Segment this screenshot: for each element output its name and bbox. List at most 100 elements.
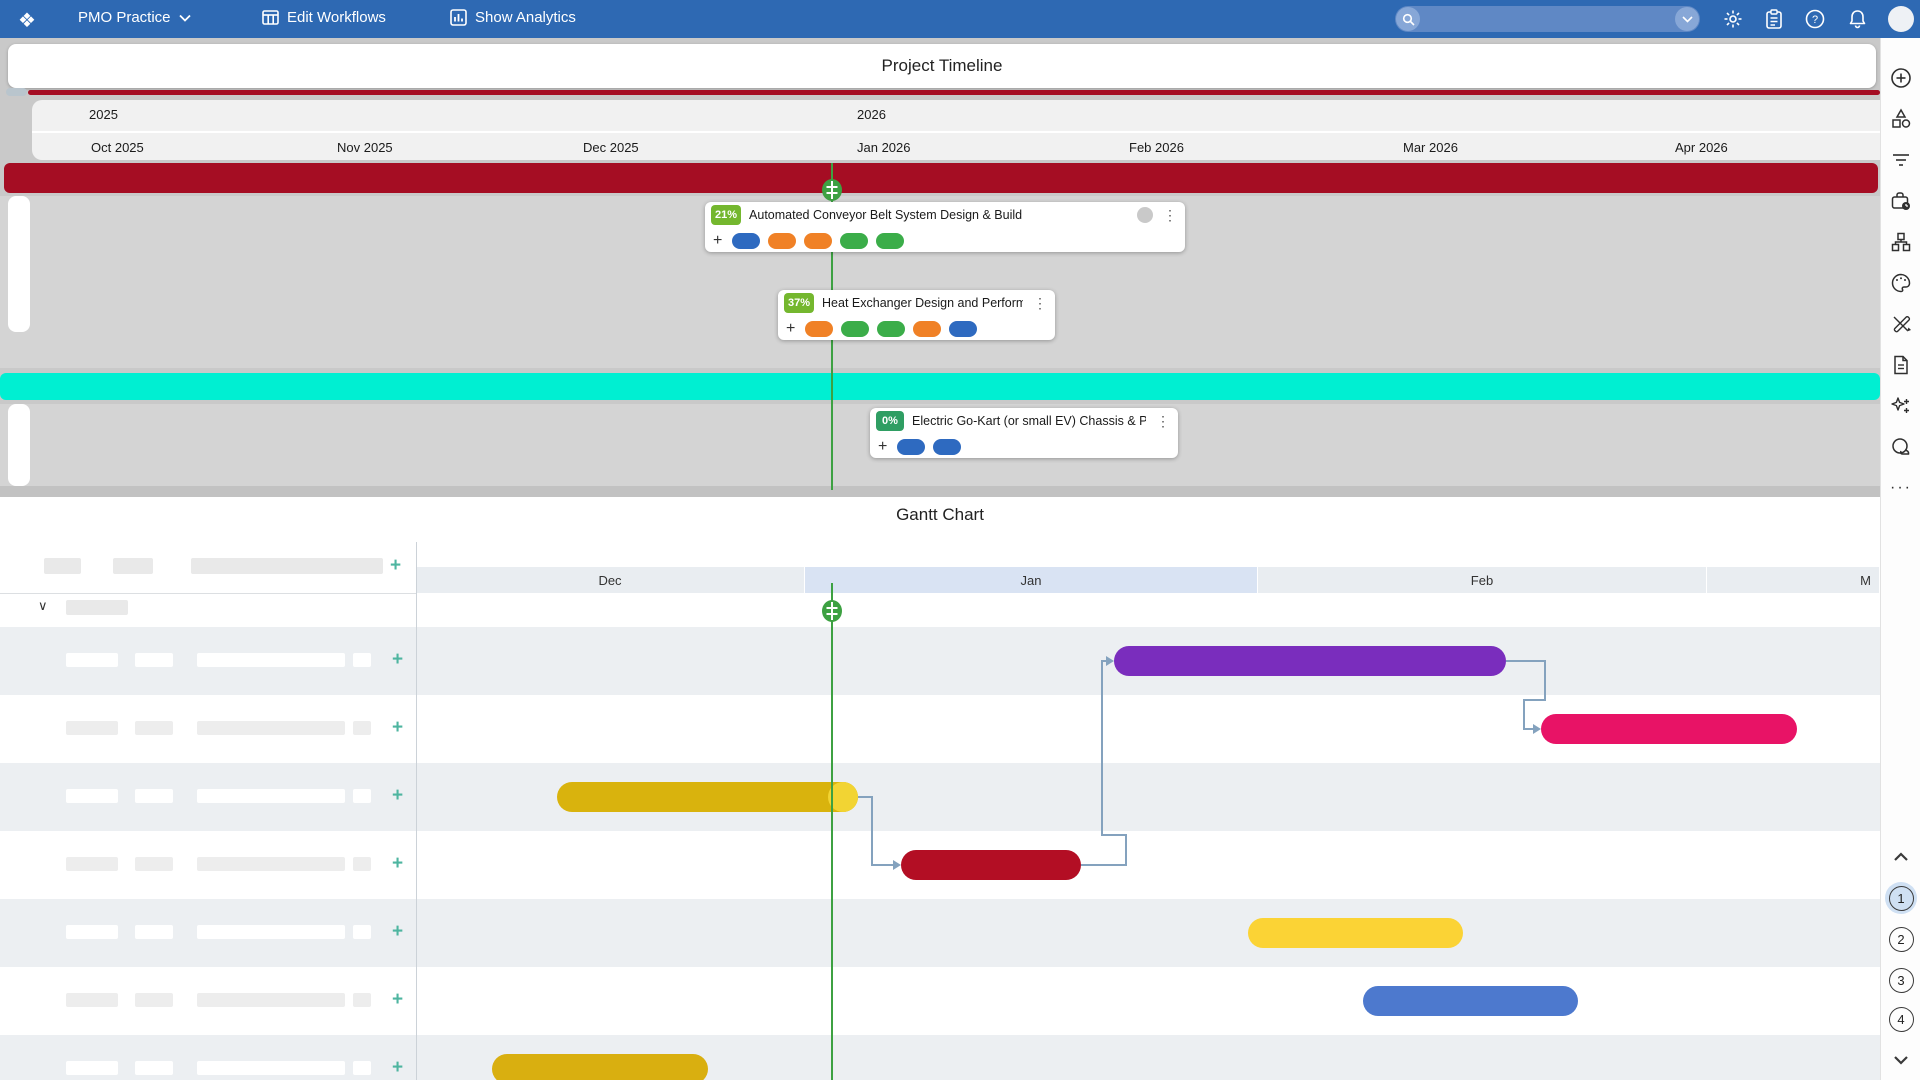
- clipboard-icon: [1765, 9, 1783, 29]
- task-title: Automated Conveyor Belt System Design & …: [749, 208, 1129, 222]
- show-analytics-button[interactable]: Show Analytics: [450, 9, 576, 26]
- assignee-chip-green[interactable]: [876, 233, 904, 249]
- more-options-button[interactable]: ···: [1889, 476, 1913, 500]
- assignee-chip-blue[interactable]: [897, 439, 925, 455]
- page-button-3[interactable]: 3: [1885, 964, 1917, 996]
- assignee-chip-blue[interactable]: [949, 321, 977, 337]
- question-icon: ?: [1805, 9, 1825, 29]
- gantt-section: Gantt Chart +++++++ + ∨ Dec Jan Feb M: [0, 497, 1880, 1080]
- lasso-select-button[interactable]: [1889, 435, 1913, 459]
- card-menu-button[interactable]: ⋮: [1031, 295, 1049, 312]
- assignee-chip-blue[interactable]: [732, 233, 760, 249]
- task-title: Electric Go-Kart (or small EV) Chassis &…: [912, 414, 1146, 428]
- gantt-bar-blue[interactable]: [1363, 986, 1578, 1016]
- add-assignee-button[interactable]: +: [786, 320, 795, 338]
- page-number: 4: [1889, 1007, 1914, 1032]
- assignee-chip-blue[interactable]: [933, 439, 961, 455]
- svg-text:?: ?: [1812, 14, 1818, 26]
- chevron-down-icon: [179, 14, 191, 22]
- right-sidebar: ··· 1 2 3 4: [1880, 38, 1920, 1080]
- year-label: 2026: [857, 107, 886, 122]
- notifications-button[interactable]: [1846, 8, 1868, 30]
- search-icon[interactable]: [1396, 7, 1420, 31]
- month-label: Nov 2025: [337, 140, 393, 155]
- card-menu-button[interactable]: ⋮: [1161, 207, 1179, 224]
- timeline-date-header: 2025 2026 Oct 2025 Nov 2025 Dec 2025 Jan…: [32, 100, 1880, 160]
- app-logo-icon: ❖: [18, 8, 36, 33]
- timeline-scrollbar-thumb[interactable]: [6, 88, 27, 96]
- page-number: 2: [1889, 927, 1914, 952]
- timeline-year-row: 2025 2026: [32, 100, 1880, 129]
- filter-button[interactable]: [1889, 148, 1913, 172]
- assignee-chip-orange[interactable]: [805, 321, 833, 337]
- gantt-bar-crimson[interactable]: [901, 850, 1081, 880]
- task-card[interactable]: 0% Electric Go-Kart (or small EV) Chassis…: [870, 408, 1178, 458]
- bell-icon: [1848, 9, 1867, 29]
- gantt-bar-purple[interactable]: [1114, 646, 1506, 676]
- add-assignee-button[interactable]: +: [878, 438, 887, 456]
- today-marker-handle[interactable]: [821, 178, 843, 202]
- add-item-button[interactable]: [1889, 66, 1913, 90]
- gantt-today-marker-handle[interactable]: [821, 599, 843, 623]
- progress-badge: 0%: [876, 411, 904, 431]
- gantt-bar-pink[interactable]: [1541, 714, 1797, 744]
- shapes-button[interactable]: [1889, 107, 1913, 131]
- page-down-button[interactable]: [1885, 1044, 1917, 1076]
- lane-handle[interactable]: [8, 196, 30, 332]
- gantt-bar-gold2[interactable]: [492, 1054, 708, 1080]
- page-button-1[interactable]: 1: [1885, 882, 1917, 914]
- month-label: Apr 2026: [1675, 140, 1728, 155]
- briefcase-time-button[interactable]: [1889, 189, 1913, 213]
- page-up-button[interactable]: [1885, 841, 1917, 873]
- design-tools-button[interactable]: [1889, 312, 1913, 336]
- gantt-bar-gold[interactable]: [557, 782, 858, 812]
- add-assignee-button[interactable]: +: [713, 232, 722, 250]
- project-bar-red[interactable]: [4, 163, 1878, 193]
- help-button[interactable]: ?: [1804, 8, 1826, 30]
- search-input[interactable]: [1395, 6, 1700, 32]
- assignee-chip-green[interactable]: [840, 233, 868, 249]
- lane-handle[interactable]: [8, 404, 30, 486]
- assignee-chip-green[interactable]: [841, 321, 869, 337]
- status-circle[interactable]: [1137, 207, 1153, 223]
- task-card[interactable]: 37%Heat Exchanger Design and Performan..…: [778, 290, 1055, 340]
- gantt-bar-yellow[interactable]: [1248, 918, 1463, 948]
- show-analytics-label: Show Analytics: [475, 9, 576, 26]
- page-button-2[interactable]: 2: [1885, 923, 1917, 955]
- progress-badge: 37%: [784, 293, 814, 313]
- assignee-chip-orange[interactable]: [768, 233, 796, 249]
- assignee-chip-orange[interactable]: [913, 321, 941, 337]
- timeline-overview-bar[interactable]: [28, 90, 1880, 95]
- month-label: Dec 2025: [583, 140, 639, 155]
- app-root: ❖ PMO Practice Edit Workflows Show Analy…: [0, 0, 1920, 1080]
- settings-button[interactable]: [1722, 8, 1744, 30]
- gear-icon: [1723, 9, 1743, 29]
- timeline-title: Project Timeline: [882, 56, 1003, 76]
- gantt-bars-layer: [0, 497, 1880, 1080]
- year-label: 2025: [89, 107, 118, 122]
- tasks-clipboard-button[interactable]: [1763, 8, 1785, 30]
- org-chart-button[interactable]: [1889, 230, 1913, 254]
- edit-workflows-button[interactable]: Edit Workflows: [262, 9, 386, 26]
- task-card[interactable]: 21% Automated Conveyor Belt System Design…: [705, 202, 1185, 252]
- document-button[interactable]: [1889, 353, 1913, 377]
- page-number: 3: [1889, 968, 1914, 993]
- progress-badge: 21%: [711, 205, 741, 225]
- timeline-bottom-edge: [0, 486, 1880, 497]
- avatar[interactable]: [1888, 6, 1914, 32]
- month-label: Oct 2025: [91, 140, 144, 155]
- search-scope-dropdown[interactable]: [1675, 7, 1699, 31]
- ai-sparkles-button[interactable]: [1889, 394, 1913, 418]
- project-timeline-section: Project Timeline 2025 2026 Oct 2025 Nov …: [0, 38, 1880, 497]
- workflow-table-icon: [262, 9, 279, 26]
- page-number: 1: [1889, 886, 1914, 911]
- assignee-chip-green[interactable]: [877, 321, 905, 337]
- assignee-chip-orange[interactable]: [804, 233, 832, 249]
- card-menu-button[interactable]: ⋮: [1154, 413, 1172, 430]
- edit-workflows-label: Edit Workflows: [287, 9, 386, 26]
- project-bar-cyan[interactable]: [0, 373, 1880, 400]
- page-button-4[interactable]: 4: [1885, 1003, 1917, 1035]
- workspace-menu-button[interactable]: PMO Practice: [78, 9, 191, 26]
- palette-button[interactable]: [1889, 271, 1913, 295]
- month-label: Jan 2026: [857, 140, 911, 155]
